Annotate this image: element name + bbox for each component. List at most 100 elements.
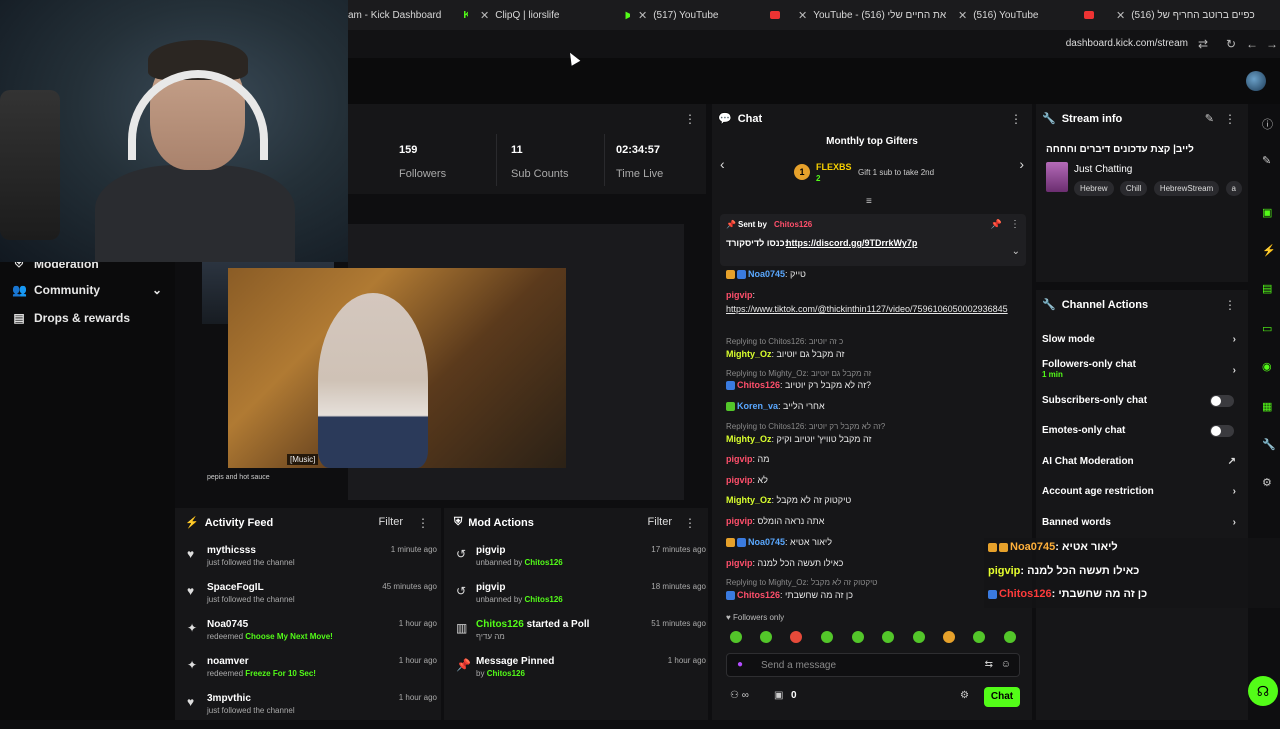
send-chat-button[interactable]: Chat [984, 687, 1020, 707]
chat-icon[interactable]: ▭ [1262, 322, 1272, 335]
support-chat-button[interactable]: ☊ [1248, 676, 1278, 706]
action-emotes-only[interactable]: Emotes-only chat [1042, 425, 1242, 437]
tab-kick-dashboard[interactable]: am - Kick Dashboard K [348, 0, 468, 30]
category-thumbnail[interactable] [1046, 162, 1068, 192]
filter-button[interactable]: Filter [648, 516, 672, 528]
chat-username[interactable]: pigvip [726, 290, 753, 300]
chat-username[interactable]: Noa0745 [748, 269, 785, 279]
emote-icon[interactable] [821, 631, 833, 643]
chat-username[interactable]: Mighty_Oz [726, 434, 772, 444]
forward-icon[interactable]: → [1266, 37, 1278, 51]
chat-username[interactable]: Chitos126 [737, 380, 780, 390]
bolt-icon[interactable]: ⚡ [1262, 244, 1276, 257]
tab-youtube-1[interactable]: ✕ (517) YouTube [638, 0, 788, 30]
emote-icon[interactable] [760, 631, 772, 643]
chat-username[interactable]: pigvip [726, 454, 753, 464]
chat-message-input[interactable]: ● Send a message ⇆ ☺ [726, 653, 1020, 677]
chat-username[interactable]: Mighty_Oz [726, 349, 772, 359]
more-icon[interactable]: ⋮ [1010, 112, 1022, 126]
more-icon[interactable]: ⋮ [1224, 112, 1236, 126]
translate-icon[interactable]: ⇆ [985, 659, 993, 670]
chat-username[interactable]: Mighty_Oz [726, 495, 772, 505]
close-icon[interactable]: ✕ [958, 9, 967, 22]
translate-icon[interactable]: ⇄ [1198, 37, 1208, 51]
sidebar-item-drops-rewards[interactable]: ▤ Drops & rewards [12, 311, 130, 325]
user-name[interactable]: mythicsss [207, 545, 256, 556]
emote-icon[interactable] [1004, 631, 1016, 643]
chevron-left-icon[interactable]: ‹ [720, 156, 725, 172]
user-name[interactable]: pigvip [476, 545, 505, 556]
more-icon[interactable]: ⋮ [417, 516, 429, 530]
users-icon[interactable]: ⚇ ∞ [730, 690, 749, 701]
action-account-age[interactable]: Account age restriction › [1042, 486, 1242, 497]
chat-link[interactable]: https://www.tiktok.com/@thickinthin1127/… [726, 304, 1018, 314]
chat-username[interactable]: pigvip [726, 475, 753, 485]
chat-username[interactable]: pigvip [726, 558, 753, 568]
moderator-name[interactable]: Chitos126 [487, 669, 525, 678]
pinned-link[interactable]: https://discord.gg/9TDrrkWy7p [786, 238, 917, 248]
tab-youtube-2[interactable]: ✕ YouTube - את החיים שלי (516) [798, 0, 948, 30]
chat-username[interactable]: Chitos126 [737, 590, 780, 600]
emotes-only-toggle[interactable] [1210, 425, 1234, 437]
gear-icon[interactable]: ⚙ [960, 690, 969, 701]
tag[interactable]: Chill [1119, 181, 1148, 196]
more-icon[interactable]: ⋮ [684, 516, 696, 530]
chevron-down-icon[interactable]: ⌄ [152, 283, 162, 297]
close-icon[interactable]: ✕ [638, 9, 647, 22]
emote-icon[interactable] [973, 631, 985, 643]
user-name[interactable]: Chitos126 [476, 619, 524, 630]
user-name[interactable]: pigvip [476, 582, 505, 593]
info-icon[interactable]: ⓘ [1262, 116, 1273, 132]
gear-icon[interactable]: ⚙ [1262, 476, 1272, 489]
user-name[interactable]: Noa0745 [207, 619, 248, 630]
category-name[interactable]: Just Chatting [1074, 164, 1132, 175]
reload-icon[interactable]: ↻ [1226, 37, 1236, 51]
action-followers-only[interactable]: Followers-only chat 1 min › [1042, 359, 1242, 379]
tag[interactable]: a [1225, 181, 1242, 196]
chevron-down-icon[interactable]: ⌄ [1012, 246, 1020, 257]
user-name[interactable]: noamver [207, 656, 249, 667]
tab-clipq[interactable]: ✕ ClipQ | liorslife ▶ [480, 0, 630, 30]
tab-youtube-3[interactable]: ✕ (516) YouTube [958, 0, 1108, 30]
close-icon[interactable]: ✕ [798, 9, 807, 22]
mod-icon[interactable]: ▦ [1262, 400, 1272, 413]
action-slow-mode[interactable]: Slow mode › [1042, 334, 1242, 345]
action-banned-words[interactable]: Banned words › [1042, 517, 1242, 528]
tag[interactable]: Hebrew [1074, 181, 1114, 196]
edit-icon[interactable]: ✎ [1205, 112, 1214, 125]
more-icon[interactable]: ⋮ [1224, 298, 1236, 312]
action-subscribers-only[interactable]: Subscribers-only chat [1042, 395, 1242, 407]
pin-toggle-icon[interactable]: 📌 [991, 219, 1002, 230]
pencil-icon[interactable]: ✎ [1262, 154, 1271, 167]
avatar[interactable] [1246, 71, 1266, 91]
user-name[interactable]: SpaceFogIL [207, 582, 264, 593]
close-icon[interactable]: ✕ [480, 9, 489, 22]
tab-youtube-4[interactable]: ✕ (516) כפיים ברוטב החריף של [1116, 0, 1280, 30]
sidebar-item-community[interactable]: 👥 Community ⌄ [12, 283, 162, 297]
url-text[interactable]: dashboard.kick.com/stream [1066, 38, 1188, 49]
more-icon[interactable]: ⋮ [1010, 219, 1020, 230]
store-icon[interactable]: ▣ [774, 690, 783, 701]
user-name[interactable]: 3mpvthic [207, 693, 251, 704]
wrench-icon[interactable]: 🔧 [1262, 438, 1276, 451]
emote-icon[interactable] [790, 631, 802, 643]
moderator-name[interactable]: Chitos126 [525, 595, 563, 604]
moderator-name[interactable]: Chitos126 [525, 558, 563, 567]
filter-button[interactable]: Filter [379, 516, 403, 528]
mic-icon[interactable]: ● [737, 659, 743, 670]
emote-icon[interactable] [852, 631, 864, 643]
capture-icon[interactable]: ▣ [1262, 206, 1272, 219]
more-icon[interactable]: ⋮ [684, 112, 696, 126]
chat-username[interactable]: pigvip [726, 516, 753, 526]
emote-icon[interactable] [882, 631, 894, 643]
collapse-icon[interactable]: ≡ [866, 196, 872, 207]
emote-icon[interactable] [913, 631, 925, 643]
broadcast-icon[interactable]: ◉ [1262, 360, 1272, 373]
subscribers-only-toggle[interactable] [1210, 395, 1234, 407]
action-ai-moderation[interactable]: AI Chat Moderation ↗ [1042, 456, 1242, 467]
gifter-name[interactable]: FLEXBS [816, 162, 852, 172]
emote-icon[interactable] [730, 631, 742, 643]
tag[interactable]: HebrewStream [1153, 181, 1220, 196]
pinned-by-user[interactable]: Chitos126 [774, 220, 812, 229]
chat-username[interactable]: Noa0745 [748, 537, 785, 547]
